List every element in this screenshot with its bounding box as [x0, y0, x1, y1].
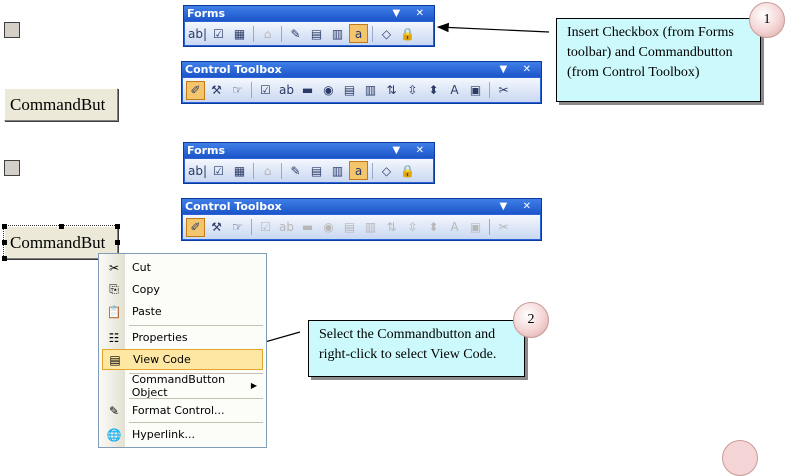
menu-item-label: Cut — [132, 261, 151, 274]
menu-separator — [129, 398, 263, 399]
menu-item-format-control[interactable]: ✎ Format Control... — [102, 400, 263, 421]
menu-item-commandbutton-object[interactable]: CommandButton Object ▶ — [102, 372, 263, 399]
menu-separator — [129, 325, 263, 326]
hyperlink-icon: 🌐 — [106, 427, 122, 442]
context-menu: ✂ Cut ⎘ Copy 📋 Paste ☷ Properties ▤ View… — [98, 253, 267, 448]
view-code-icon: ▤ — [109, 352, 121, 367]
arrow-to-forms-toolbar — [436, 22, 550, 33]
menu-item-label: Hyperlink... — [132, 428, 195, 441]
menu-item-hyperlink[interactable]: 🌐 Hyperlink... — [102, 424, 263, 445]
menu-item-label: Paste — [132, 305, 162, 318]
menu-separator — [129, 422, 263, 423]
menu-item-view-code[interactable]: ▤ View Code — [102, 349, 263, 370]
paste-icon: 📋 — [106, 304, 122, 319]
menu-item-paste[interactable]: 📋 Paste — [102, 301, 263, 322]
menu-item-label: CommandButton Object — [131, 372, 226, 399]
menu-item-label: Properties — [132, 331, 188, 344]
copy-icon: ⎘ — [109, 282, 119, 296]
submenu-arrow-icon: ▶ — [250, 381, 257, 390]
menu-item-copy[interactable]: ⎘ Copy — [102, 279, 263, 300]
properties-icon: ☷ — [108, 330, 120, 345]
scissors-icon: ✂ — [108, 260, 120, 275]
menu-item-label: Format Control... — [132, 404, 225, 417]
menu-item-label: Copy — [132, 283, 160, 296]
menu-item-properties[interactable]: ☷ Properties — [102, 327, 263, 348]
menu-item-cut[interactable]: ✂ Cut — [102, 257, 263, 278]
menu-item-label: View Code — [133, 353, 191, 366]
format-control-icon: ✎ — [108, 403, 120, 418]
